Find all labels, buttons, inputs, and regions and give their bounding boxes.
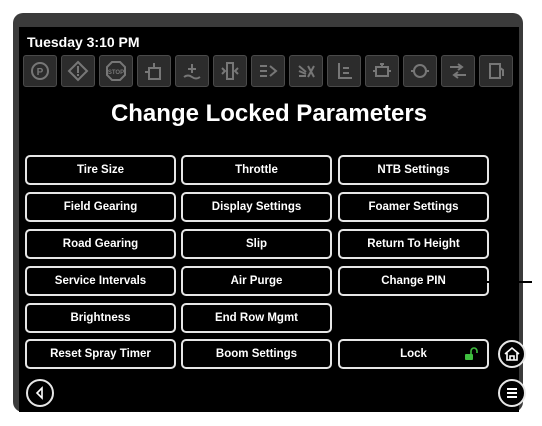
home-icon [504,346,520,361]
back-button[interactable] [26,379,54,407]
end-row-mgmt-button[interactable]: End Row Mgmt [181,303,332,333]
lock-button-label: Lock [400,348,427,360]
foamer-settings-button[interactable]: Foamer Settings [338,192,489,222]
hydrostatic-oil-icon [137,55,171,87]
unlocked-padlock-icon [465,347,478,360]
brightness-button[interactable]: Brightness [25,303,176,333]
no-spray-icon [289,55,323,87]
boom-height-icon [327,55,361,87]
display-settings-button[interactable]: Display Settings [181,192,332,222]
svg-text:P: P [37,67,44,78]
stop-icon: STOP [99,55,133,87]
warning-icon [61,55,95,87]
fuel-icon [479,55,513,87]
reset-spray-timer-button[interactable]: Reset Spray Timer [25,339,176,369]
air-purge-button[interactable]: Air Purge [181,266,332,296]
slip-button[interactable]: Slip [181,229,332,259]
ntb-settings-button[interactable]: NTB Settings [338,155,489,185]
svg-text:STOP: STOP [108,70,124,76]
road-mode-icon [441,55,475,87]
chevron-left-icon [35,386,43,400]
menu-button[interactable] [498,379,526,407]
throttle-button[interactable]: Throttle [181,155,332,185]
boom-settings-button[interactable]: Boom Settings [181,339,332,369]
boom-control-icon [251,55,285,87]
transmission-icon [403,55,437,87]
callout-arrow [454,275,532,289]
datetime-label: Tuesday 3:10 PM [27,34,140,50]
engine-icon [365,55,399,87]
road-gearing-button[interactable]: Road Gearing [25,229,176,259]
indicator-icon [213,55,247,87]
parking-brake-icon: P [23,55,57,87]
menu-icon [507,388,517,398]
status-icon-bar: P STOP [23,55,520,88]
lock-button[interactable]: Lock [338,339,489,369]
service-intervals-button[interactable]: Service Intervals [25,266,176,296]
tire-size-button[interactable]: Tire Size [25,155,176,185]
return-to-height-button[interactable]: Return To Height [338,229,489,259]
coolant-level-icon [175,55,209,87]
page-title: Change Locked Parameters [110,100,428,127]
field-gearing-button[interactable]: Field Gearing [25,192,176,222]
home-button[interactable] [498,340,526,368]
